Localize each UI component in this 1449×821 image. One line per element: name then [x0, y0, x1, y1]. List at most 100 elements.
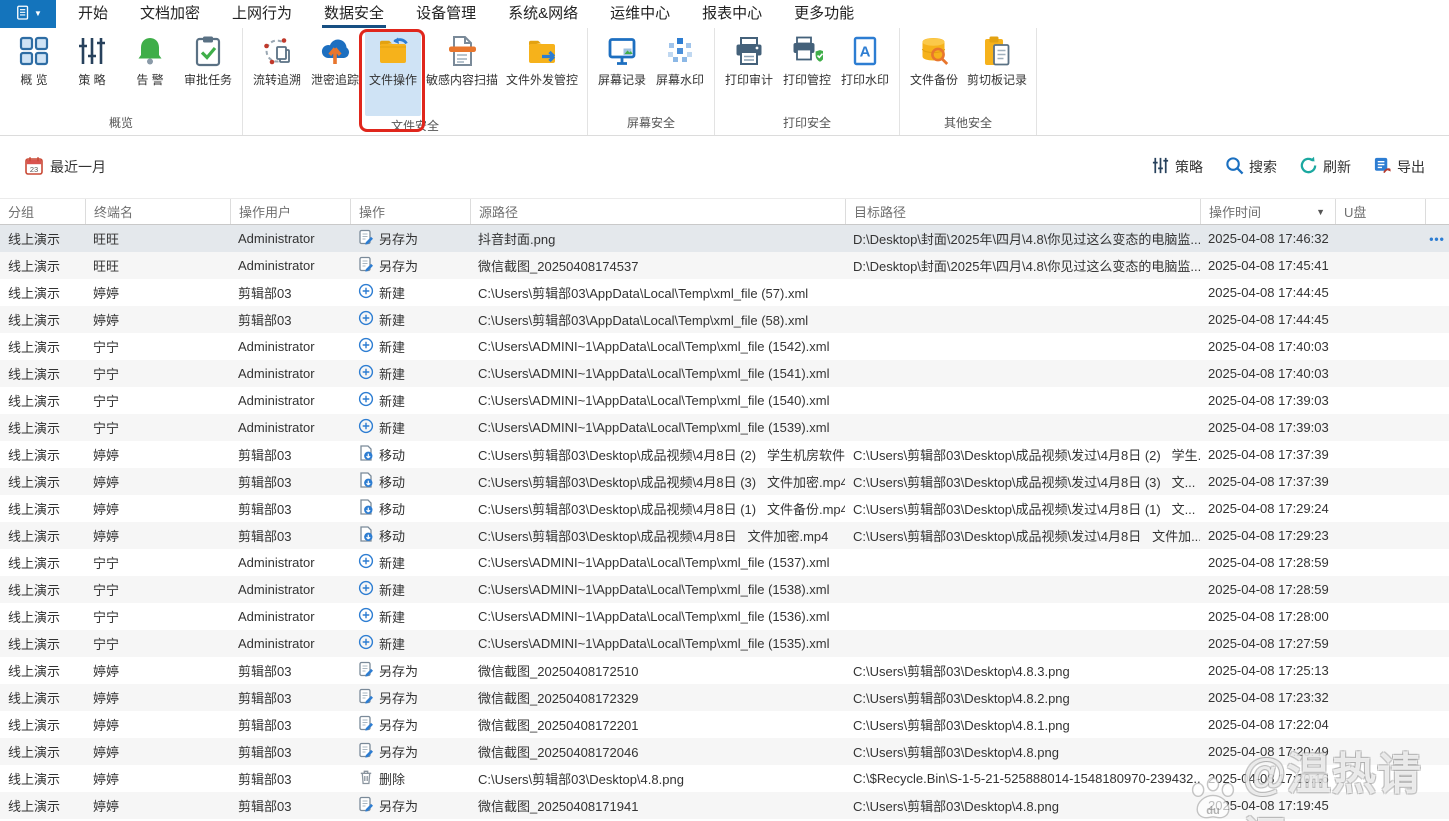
table-row[interactable]: 线上演示 婷婷 剪辑部03 移动 C:\Users\剪辑部03\Desktop\成品视频…: [0, 495, 1449, 522]
operation-label: 新建: [379, 583, 406, 598]
table-row[interactable]: 线上演示 宁宁 Administrator 新建 C:\Users\ADMINI~1\A…: [0, 549, 1449, 576]
table-row[interactable]: 线上演示 婷婷 剪辑部03 移动 C:\Users\剪辑部03\Desktop\成品视频…: [0, 522, 1449, 549]
app-menu-button[interactable]: ▼: [0, 0, 56, 28]
menu-tab-9[interactable]: 更多功能: [792, 0, 856, 28]
row-actions-button[interactable]: •••: [1425, 225, 1449, 252]
column-header-6[interactable]: 目标路径: [845, 199, 1200, 224]
table-row[interactable]: 线上演示 宁宁 Administrator 新建 C:\Users\ADMINI~1\A…: [0, 576, 1449, 603]
search-button[interactable]: 搜索: [1225, 156, 1277, 178]
menu-tab-3[interactable]: 上网行为: [230, 0, 294, 28]
menu-tab-1[interactable]: 开始: [76, 0, 110, 28]
table-row[interactable]: 线上演示 婷婷 剪辑部03 新建 C:\Users\剪辑部03\AppData\Loca…: [0, 306, 1449, 333]
printer-icon: [732, 34, 766, 68]
cell-source-path: 抖音封面.png: [478, 232, 556, 247]
cell-extra: [1425, 468, 1449, 495]
ribbon-item-label: 打印审计: [725, 73, 774, 87]
cell-usb: [1335, 711, 1425, 738]
table-row[interactable]: 线上演示 婷婷 剪辑部03 另存为 微信截图_20250408172329 C:\User…: [0, 684, 1449, 711]
ribbon-item-printer[interactable]: 打印审计: [721, 30, 777, 90]
table-row[interactable]: 线上演示 婷婷 剪辑部03 另存为 微信截图_20250408171941 C:\User…: [0, 792, 1449, 819]
ribbon-item-label: 屏幕水印: [656, 73, 705, 87]
operation-label: 删除: [379, 772, 406, 787]
table-row[interactable]: 线上演示 婷婷 剪辑部03 移动 C:\Users\剪辑部03\Desktop\成品视频…: [0, 468, 1449, 495]
ribbon-item-clipboard-check[interactable]: 审批任务: [180, 30, 236, 90]
table-row[interactable]: 线上演示 宁宁 Administrator 新建 C:\Users\ADMINI~1\A…: [0, 630, 1449, 657]
ribbon-item-screen-record[interactable]: 屏幕记录: [594, 30, 650, 90]
ribbon-item-mosaic[interactable]: 屏幕水印: [652, 30, 708, 90]
ribbon-item-doc-a[interactable]: A 打印水印: [837, 30, 893, 90]
table-row[interactable]: 线上演示 宁宁 Administrator 新建 C:\Users\ADMINI~1\A…: [0, 360, 1449, 387]
table-row[interactable]: 线上演示 婷婷 剪辑部03 另存为 微信截图_20250408172510 C:\User…: [0, 657, 1449, 684]
column-header-2[interactable]: 终端名: [85, 199, 230, 224]
menu-tab-5[interactable]: 设备管理: [414, 0, 478, 28]
refresh-button[interactable]: 刷新: [1299, 156, 1351, 178]
menu-tab-7[interactable]: 运维中心: [608, 0, 672, 28]
doc-a-icon: A: [848, 34, 882, 68]
cell-usb: [1335, 495, 1425, 522]
ribbon-item-cloud-upload[interactable]: 泄密追踪: [307, 30, 363, 90]
cell-group: 线上演示: [8, 556, 61, 571]
menu-tab-4[interactable]: 数据安全: [322, 0, 387, 28]
cell-terminal: 旺旺: [93, 232, 120, 247]
ribbon-item-printer-shield[interactable]: 打印管控: [779, 30, 835, 90]
cell-user: 剪辑部03: [238, 772, 292, 787]
table-row[interactable]: 线上演示 婷婷 剪辑部03 删除 C:\Users\剪辑部03\Desktop\4.8.…: [0, 765, 1449, 792]
table-row[interactable]: 线上演示 宁宁 Administrator 新建 C:\Users\ADMINI~1\A…: [0, 603, 1449, 630]
ribbon-item-folder-return[interactable]: 文件操作: [365, 30, 421, 116]
ribbon-item-doc-scan[interactable]: 敏感内容扫描: [423, 30, 501, 90]
column-header-9[interactable]: [1425, 199, 1449, 224]
table-row[interactable]: 线上演示 宁宁 Administrator 新建 C:\Users\ADMINI~1\A…: [0, 387, 1449, 414]
cell-group: 线上演示: [8, 367, 61, 382]
menu-tab-2[interactable]: 文档加密: [138, 0, 202, 28]
table-row[interactable]: 线上演示 婷婷 剪辑部03 另存为 微信截图_20250408172046 C:\User…: [0, 738, 1449, 765]
ribbon-item-grid[interactable]: 概 览: [6, 30, 62, 90]
cell-extra: [1425, 306, 1449, 333]
export-icon: [1373, 156, 1392, 178]
ribbon-group: 流转追溯 泄密追踪 文件操作 敏感内容扫描 文件外发管控 文件安全: [243, 28, 589, 135]
cell-terminal: 宁宁: [93, 367, 120, 382]
table-row[interactable]: 线上演示 婷婷 剪辑部03 另存为 微信截图_20250408172201 C:\User…: [0, 711, 1449, 738]
menu-tab-6[interactable]: 系统&网络: [506, 0, 580, 28]
new-icon: [358, 337, 374, 356]
table-row[interactable]: 线上演示 婷婷 剪辑部03 移动 C:\Users\剪辑部03\Desktop\成品视频…: [0, 441, 1449, 468]
column-header-5[interactable]: 源路径: [470, 199, 845, 224]
ribbon-item-bell[interactable]: 告 警: [122, 30, 178, 90]
column-header-8[interactable]: U盘: [1335, 199, 1425, 224]
cell-terminal: 婷婷: [93, 718, 120, 733]
cell-terminal: 婷婷: [93, 772, 120, 787]
table-row[interactable]: 线上演示 旺旺 Administrator 另存为 微信截图_2025040817453…: [0, 252, 1449, 279]
cell-user: 剪辑部03: [238, 799, 292, 814]
column-header-3[interactable]: 操作用户: [230, 199, 350, 224]
table-row[interactable]: 线上演示 宁宁 Administrator 新建 C:\Users\ADMINI~1\A…: [0, 414, 1449, 441]
cell-group: 线上演示: [8, 421, 61, 436]
cell-target-path: [845, 414, 1200, 441]
operation-label: 新建: [379, 637, 406, 652]
column-header-7[interactable]: 操作时间 ▼: [1200, 199, 1335, 224]
export-button[interactable]: 导出: [1373, 156, 1425, 178]
ribbon-item-sliders[interactable]: 策 略: [64, 30, 120, 90]
ribbon-item-folder-out[interactable]: 文件外发管控: [503, 30, 581, 90]
ribbon-group: 概 览 策 略 告 警 审批任务 概览: [0, 28, 243, 135]
policy-button[interactable]: 策略: [1151, 156, 1203, 178]
folder-return-icon: [376, 34, 410, 68]
table-row[interactable]: 线上演示 宁宁 Administrator 新建 C:\Users\ADMINI~1\A…: [0, 333, 1449, 360]
cell-usb: [1335, 657, 1425, 684]
table-row[interactable]: 线上演示 旺旺 Administrator 另存为 抖音封面.png D:\Desktop…: [0, 225, 1449, 252]
sort-desc-icon[interactable]: ▼: [1316, 207, 1325, 217]
menu-tab-8[interactable]: 报表中心: [700, 0, 764, 28]
date-range-filter[interactable]: 23 最近一月: [24, 156, 106, 179]
cell-target-path: C:\Users\剪辑部03\Desktop\成品视频\发过\4月8日 (1) …: [853, 502, 1196, 517]
mosaic-icon: [663, 34, 697, 68]
ribbon-item-db-search[interactable]: 文件备份: [906, 30, 962, 90]
ribbon-group-label: 屏幕安全: [627, 116, 676, 130]
column-header-4[interactable]: 操作: [350, 199, 470, 224]
cell-usb: [1335, 225, 1425, 252]
ribbon-item-clipboard-doc[interactable]: 剪切板记录: [964, 30, 1030, 90]
column-header-1[interactable]: 分组: [0, 199, 85, 224]
save-as-icon: [358, 796, 374, 815]
ribbon-item-trace-cycle[interactable]: 流转追溯: [249, 30, 305, 90]
cell-extra: [1425, 279, 1449, 306]
cell-operation: 另存为: [350, 225, 470, 252]
cell-operation: 新建: [350, 279, 470, 306]
table-row[interactable]: 线上演示 婷婷 剪辑部03 新建 C:\Users\剪辑部03\AppData\Loca…: [0, 279, 1449, 306]
